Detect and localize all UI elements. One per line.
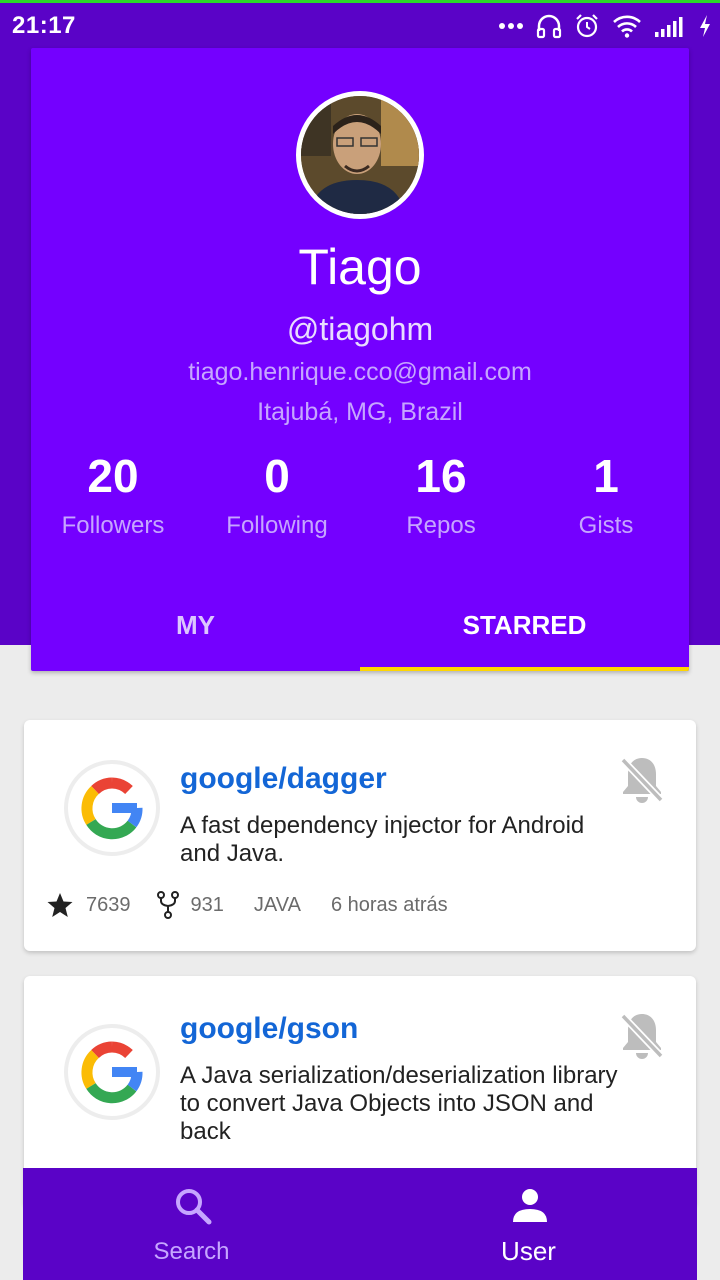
stat-label: Repos [406, 512, 476, 539]
stat-value: 16 [415, 450, 467, 502]
profile-card: Tiago @tiagohm tiago.henrique.cco@gmail.… [31, 48, 689, 671]
repo-description: A Java serialization/deserialization lib… [180, 1062, 618, 1145]
avatar[interactable] [296, 91, 424, 219]
stat-value: 20 [87, 450, 139, 502]
repo-language: JAVA [253, 893, 301, 916]
stat-following[interactable]: 0 Following [195, 448, 359, 540]
status-icons [498, 11, 712, 41]
tab-my[interactable]: MY [31, 593, 360, 671]
repo-forks: 931 [190, 893, 224, 916]
tab-indicator [360, 667, 689, 671]
repo-name[interactable]: google/dagger [180, 762, 387, 796]
repo-name[interactable]: google/gson [180, 1012, 358, 1046]
alarm-icon [574, 13, 600, 39]
bottom-navigation: Search User [23, 1168, 697, 1280]
repo-owner-avatar [64, 760, 160, 856]
nav-search-label: Search [153, 1238, 230, 1265]
status-bar: 21:17 [0, 0, 720, 46]
stat-value: 1 [593, 450, 619, 502]
repo-description: A fast dependency injector for Android a… [180, 812, 585, 867]
tab-starred-label: STARRED [462, 610, 587, 640]
stat-label: Followers [61, 512, 165, 539]
stat-gists[interactable]: 1 Gists [524, 448, 688, 540]
more-dots-icon [498, 22, 524, 30]
wifi-icon [612, 14, 642, 38]
fork-icon [156, 891, 179, 919]
notifications-off-icon[interactable] [618, 754, 666, 809]
stat-followers[interactable]: 20 Followers [31, 448, 195, 540]
user-email[interactable]: tiago.henrique.cco@gmail.com [31, 358, 689, 387]
repo-card[interactable]: google/dagger A fast dependency injector… [24, 720, 696, 951]
stat-label: Gists [578, 512, 634, 539]
repo-updated: 6 horas atrás [330, 893, 448, 916]
repo-meta: 7639 931 JAVA 6 horas atrás [46, 890, 448, 920]
repo-tabs: MY STARRED [31, 593, 689, 671]
search-icon [176, 1189, 212, 1225]
user-name: Tiago [298, 239, 422, 295]
user-login: @tiagohm [286, 311, 434, 347]
charging-icon [698, 14, 712, 38]
nav-user[interactable]: User [360, 1168, 697, 1280]
repo-owner-avatar [64, 1024, 160, 1120]
headset-icon [536, 13, 562, 39]
google-logo-icon [81, 1041, 143, 1104]
google-logo-icon [81, 777, 143, 840]
user-icon [513, 1189, 547, 1222]
tab-starred[interactable]: STARRED [360, 593, 689, 671]
signal-icon [654, 15, 686, 37]
nav-user-label: User [501, 1236, 556, 1266]
profile-stats: 20 Followers 0 Following 16 Repos 1 Gist… [31, 448, 689, 548]
stat-repos[interactable]: 16 Repos [359, 448, 523, 540]
notifications-off-icon[interactable] [618, 1010, 666, 1065]
user-location: Itajubá, MG, Brazil [257, 398, 463, 426]
nav-search[interactable]: Search [23, 1168, 360, 1280]
stat-label: Following [226, 512, 328, 539]
star-icon [47, 893, 73, 917]
status-time: 21:17 [12, 12, 76, 39]
repo-stars: 7639 [86, 893, 131, 916]
stat-value: 0 [264, 450, 290, 502]
